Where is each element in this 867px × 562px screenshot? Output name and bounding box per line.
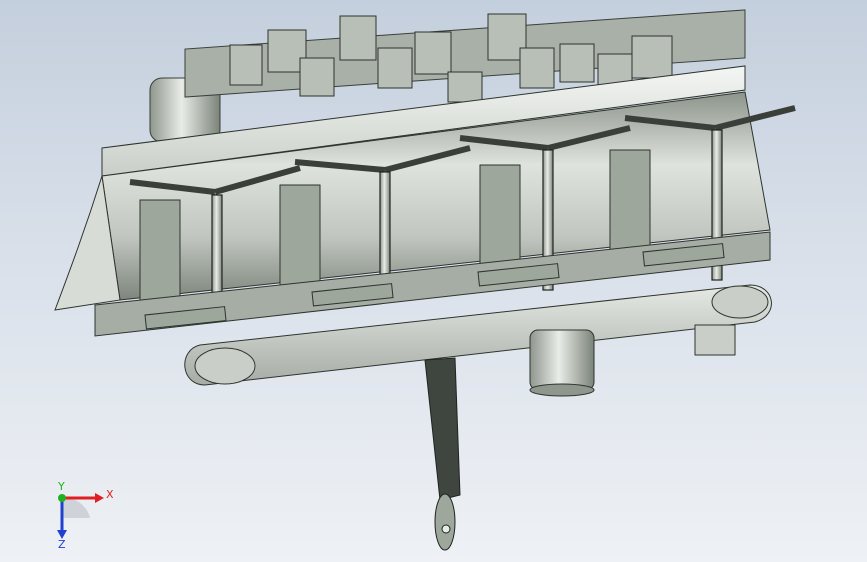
z-axis-label: Z bbox=[58, 538, 66, 548]
triad-plane bbox=[62, 497, 90, 518]
x-axis-label: X bbox=[106, 488, 114, 501]
machine-assembly-model[interactable] bbox=[0, 0, 867, 562]
y-axis-label: Y bbox=[57, 480, 65, 493]
x-axis-arrow bbox=[95, 493, 104, 503]
hanging-support-arm bbox=[424, 357, 461, 551]
axis-triad: X Y Z bbox=[57, 480, 114, 548]
side-bracket bbox=[694, 324, 736, 356]
cad-viewport[interactable]: X Y Z bbox=[0, 0, 867, 562]
drive-cylinder bbox=[529, 329, 595, 397]
y-axis-dot bbox=[58, 494, 66, 502]
